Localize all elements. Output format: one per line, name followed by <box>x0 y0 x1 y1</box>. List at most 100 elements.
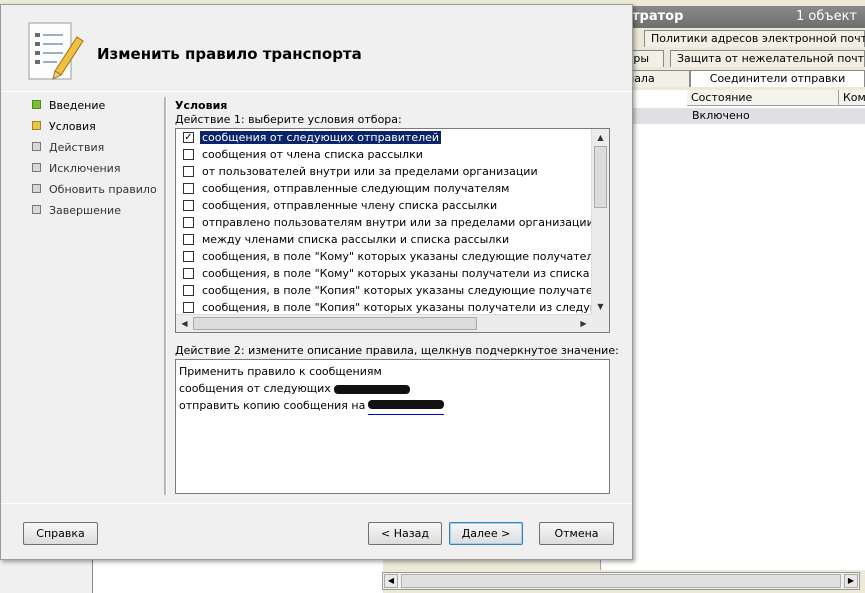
condition-item[interactable]: между членами списка рассылки и списка р… <box>176 231 592 248</box>
condition-item[interactable]: сообщения, отправленные члену списка рас… <box>176 197 592 214</box>
middle-pane-fragment <box>92 560 383 593</box>
cancel-button[interactable]: Отмена <box>539 522 614 545</box>
step1-label: Действие 1: выберите условия отбора: <box>175 113 402 126</box>
condition-item[interactable]: сообщения, в поле "Кому" которых указаны… <box>176 265 592 282</box>
scrollbar-thumb[interactable] <box>401 574 841 588</box>
condition-label: сообщения, отправленные члену списка рас… <box>202 199 498 212</box>
nav-step-actions[interactable]: Действия <box>31 137 157 158</box>
condition-label: сообщения, в поле "Копия" которых указан… <box>202 301 592 314</box>
wizard-steps-nav: Введение Условия Действия Исключения Обн… <box>31 95 157 221</box>
results-pane-count: 1 объект <box>796 9 857 24</box>
header-divider <box>1 91 632 92</box>
checkbox[interactable] <box>183 302 194 313</box>
description-line: Применить правило к сообщениям <box>179 363 606 380</box>
condition-item[interactable]: ✓ сообщения от следующих отправителей <box>176 129 592 146</box>
nav-step-exceptions[interactable]: Исключения <box>31 158 157 179</box>
checkbox[interactable] <box>183 268 194 279</box>
edit-transport-rule-dialog: Изменить правило транспорта Введение Усл… <box>0 4 633 560</box>
nav-step-introduction[interactable]: Введение <box>31 95 157 116</box>
scroll-left-arrow-icon[interactable]: ◀ <box>177 316 192 331</box>
checkbox[interactable] <box>183 285 194 296</box>
nav-step-label: Завершение <box>49 204 121 217</box>
redacted-sender-link[interactable] <box>333 384 410 394</box>
condition-label: сообщения от следующих отправителей <box>200 131 442 144</box>
description-text: Применить правило к сообщениям <box>179 365 382 378</box>
back-button[interactable]: < Назад <box>368 522 442 545</box>
checkbox[interactable] <box>183 200 194 211</box>
next-button[interactable]: Далее > <box>449 522 523 545</box>
condition-label: сообщения от члена списка рассылки <box>202 148 423 161</box>
nav-step-label: Действия <box>49 141 105 154</box>
tab-anti-spam[interactable]: Защита от нежелательной почты <box>670 50 865 67</box>
footer-divider <box>1 503 632 504</box>
nav-step-conditions[interactable]: Условия <box>31 116 157 137</box>
scroll-down-arrow-icon[interactable]: ▼ <box>593 299 608 314</box>
description-text: сообщения от следующих <box>179 382 331 395</box>
condition-item[interactable]: от пользователей внутри или за пределами… <box>176 163 592 180</box>
scroll-right-arrow-icon[interactable]: ▶ <box>576 316 591 331</box>
tree-pane-fragment <box>0 560 92 593</box>
step2-label: Действие 2: измените описание правила, щ… <box>175 344 619 357</box>
checkbox[interactable] <box>183 234 194 245</box>
description-line: сообщения от следующих <box>179 380 606 397</box>
nav-step-completion[interactable]: Завершение <box>31 200 157 221</box>
results-pane-header: тратор 1 объект <box>600 6 865 28</box>
results-horizontal-scrollbar[interactable]: ◀ ▶ <box>382 572 860 590</box>
scrollbar-corner <box>592 315 609 332</box>
checkbox-checked[interactable]: ✓ <box>183 132 194 143</box>
step-status-icon <box>32 163 41 172</box>
results-grid: Состояние Ком Включено <box>600 90 865 570</box>
step-status-icon <box>32 100 41 109</box>
nav-divider <box>164 97 167 495</box>
dialog-title: Изменить правило транспорта <box>97 45 362 63</box>
condition-label: между членами списка рассылки и списка р… <box>202 233 510 246</box>
column-header-status[interactable]: Состояние <box>687 90 839 106</box>
conditions-horizontal-scrollbar[interactable]: ◀ ▶ <box>176 314 592 332</box>
table-row[interactable]: Включено <box>601 108 865 124</box>
condition-item[interactable]: сообщения, отправленные следующим получа… <box>176 180 592 197</box>
help-button[interactable]: Справка <box>23 522 98 545</box>
condition-label: сообщения, в поле "Копия" которых указан… <box>202 284 592 297</box>
checkbox[interactable] <box>183 149 194 160</box>
wizard-document-icon <box>28 22 84 80</box>
scroll-right-arrow-icon[interactable]: ▶ <box>844 574 858 588</box>
tab-row-1: Политики адресов электронной почты <box>600 30 865 48</box>
results-pane-title: тратор <box>632 9 684 24</box>
description-line: отправить копию сообщения на <box>179 397 606 415</box>
condition-label: сообщения, отправленные следующим получа… <box>202 182 510 195</box>
nav-step-label: Введение <box>49 99 106 112</box>
checkbox[interactable] <box>183 217 194 228</box>
scrollbar-thumb[interactable] <box>193 317 477 330</box>
scroll-up-arrow-icon[interactable]: ▲ <box>593 130 608 145</box>
nav-step-update-rule[interactable]: Обновить правило <box>31 179 157 200</box>
tab-send-connectors[interactable]: Соединители отправки <box>690 70 865 87</box>
step-status-icon <box>32 184 41 193</box>
condition-label: от пользователей внутри или за пределами… <box>202 165 538 178</box>
checkbox[interactable] <box>183 183 194 194</box>
conditions-list-box: ✓ сообщения от следующих отправителей соо… <box>175 128 610 333</box>
condition-label: сообщения, в поле "Кому" которых указаны… <box>202 267 592 280</box>
row-status-value: Включено <box>692 109 750 122</box>
step-status-icon <box>32 142 41 151</box>
checkbox[interactable] <box>183 166 194 177</box>
tab-email-address-policies[interactable]: Политики адресов электронной почты <box>644 30 865 47</box>
redacted-recipient-link[interactable] <box>368 397 445 415</box>
nav-step-label: Обновить правило <box>49 183 157 196</box>
condition-item[interactable]: сообщения, в поле "Копия" которых указан… <box>176 299 592 315</box>
section-title: Условия <box>175 99 228 112</box>
conditions-list: ✓ сообщения от следующих отправителей соо… <box>176 129 592 315</box>
checkbox[interactable] <box>183 251 194 262</box>
condition-item[interactable]: сообщения от члена списка рассылки <box>176 146 592 163</box>
column-header-comment[interactable]: Ком <box>839 90 865 106</box>
conditions-vertical-scrollbar[interactable]: ▲ ▼ <box>591 129 609 315</box>
scroll-left-arrow-icon[interactable]: ◀ <box>384 574 398 588</box>
condition-item[interactable]: сообщения, в поле "Копия" которых указан… <box>176 282 592 299</box>
condition-label: сообщения, в поле "Кому" которых указаны… <box>202 250 592 263</box>
rule-description-box: Применить правило к сообщениям сообщения… <box>175 359 610 494</box>
condition-item[interactable]: отправлено пользователям внутри или за п… <box>176 214 592 231</box>
condition-item[interactable]: сообщения, в поле "Кому" которых указаны… <box>176 248 592 265</box>
condition-label: отправлено пользователям внутри или за п… <box>202 216 592 229</box>
scrollbar-thumb[interactable] <box>594 146 607 208</box>
step-status-icon <box>32 121 41 130</box>
tab-row-3: нала Соединители отправки <box>600 70 865 88</box>
